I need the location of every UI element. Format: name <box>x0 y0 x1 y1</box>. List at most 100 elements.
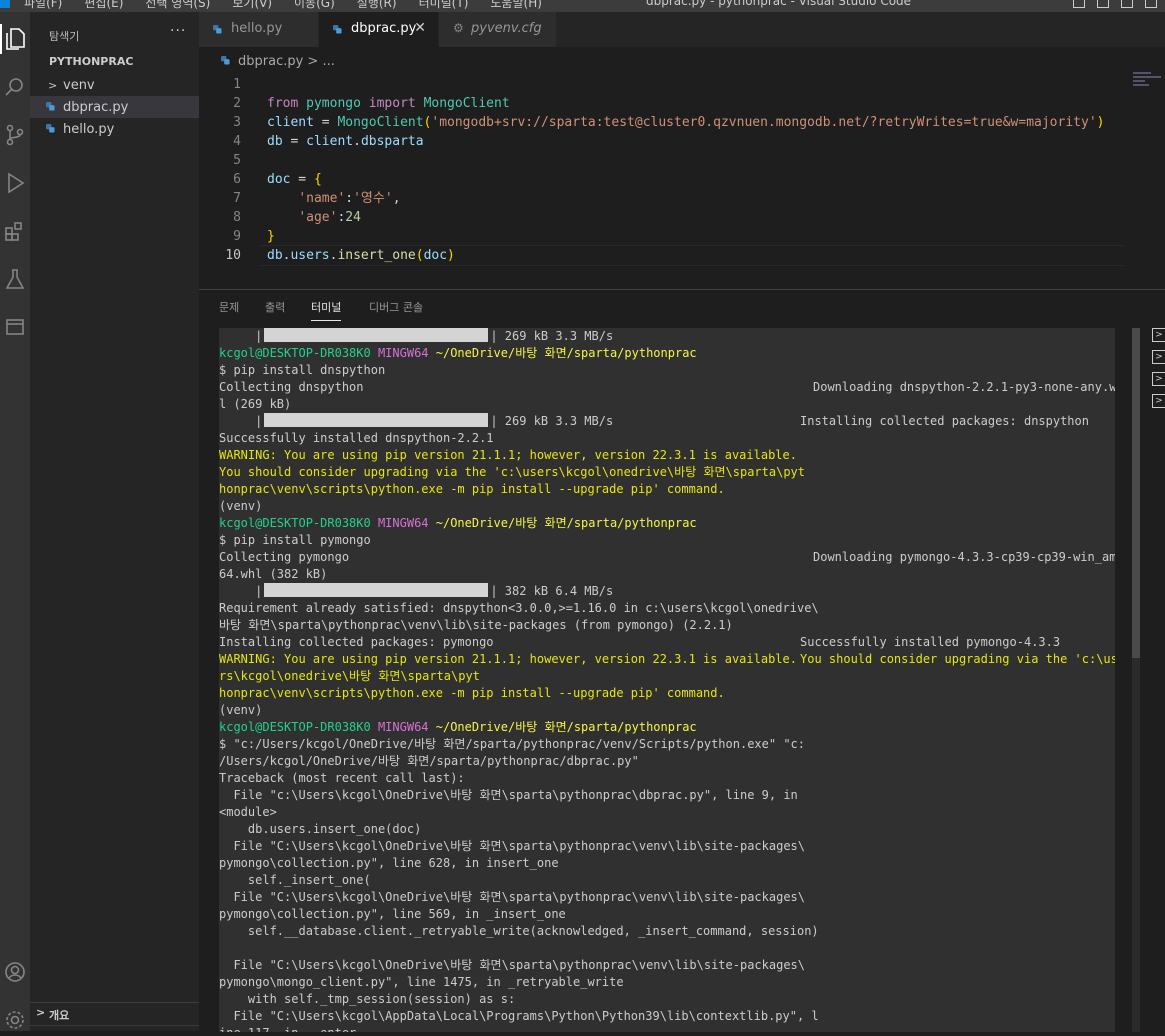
code-text: 'age':24 <box>267 208 361 227</box>
terminal-line: Installing collected packages: pymongo <box>219 634 494 651</box>
python-file-icon <box>221 56 230 65</box>
terminal-line: File "C:\Users\kcgol\OneDrive\바탕 화면\spar… <box>219 889 805 906</box>
testing-icon[interactable] <box>0 264 30 294</box>
terminal-line: pymongo\collection.py", line 628, in ins… <box>219 855 559 872</box>
code-line[interactable]: 8 'age':24 <box>199 208 1129 227</box>
extensions-icon[interactable] <box>0 216 30 246</box>
menu-item[interactable]: 도움말(H) <box>490 0 542 10</box>
tree-item-dbprac[interactable]: dbprac.py <box>30 96 199 118</box>
scrollbar-thumb[interactable] <box>1132 328 1140 658</box>
code-text: db = client.dbsparta <box>267 132 424 151</box>
menu-item[interactable]: 실행(R) <box>357 0 397 10</box>
terminal-text: Downloading dnspython-2.2.1-py3-none-any… <box>813 380 1115 394</box>
line-number: 5 <box>233 153 241 168</box>
chevron-right-icon: > <box>36 1006 46 1019</box>
tree-item-venv[interactable]: > venv <box>30 74 199 96</box>
tab-debug-console[interactable]: 디버그 콘솔 <box>369 299 423 315</box>
code-token: db <box>267 134 283 149</box>
breadcrumb-more[interactable]: > ... <box>303 54 334 69</box>
terminal-text: ~/OneDrive/바탕 화면/sparta/pythonprac <box>435 346 697 360</box>
account-icon[interactable] <box>0 957 30 987</box>
minimap[interactable] <box>1133 72 1163 96</box>
breadcrumb-file[interactable]: dbprac.py <box>238 54 303 69</box>
tab-dbprac[interactable]: dbprac.py ✕ <box>319 12 439 47</box>
terminal-line: | | 382 kB 6.4 MB/s <box>219 583 613 600</box>
terminal-text: ~/OneDrive/바탕 화면/sparta/pythonprac <box>435 720 697 734</box>
progress-bar <box>264 328 489 342</box>
terminal-text: | 382 kB 6.4 MB/s <box>490 584 614 598</box>
window-title: dbprac.py - pythonprac - Visual Studio C… <box>646 0 912 8</box>
terminal-line: Successfully installed dnspython-2.2.1 <box>219 430 494 447</box>
menu-item[interactable]: 터미널(T) <box>419 0 469 10</box>
code-line[interactable]: 1 <box>199 75 1129 94</box>
python-file-icon <box>213 25 222 34</box>
tab-problems[interactable]: 문제 <box>219 299 239 315</box>
terminal-text: (venv) <box>219 499 263 513</box>
terminal-line: WARNING: You are using pip version 21.1.… <box>219 447 797 464</box>
terminal-instance-icon[interactable]: > <box>1152 394 1165 408</box>
tab-label: pyvenv.cfg <box>471 21 542 36</box>
outline-section[interactable]: > 개요 <box>30 1002 199 1025</box>
menu-item[interactable]: 편집(E) <box>84 0 123 10</box>
code-line[interactable]: 6 doc = { <box>199 170 1129 189</box>
code-line[interactable]: 5 <box>199 151 1129 170</box>
terminal[interactable]: | | 269 kB 3.3 MB/s kcgol@DESKTOP-DR038K0 … <box>219 328 1115 1032</box>
code-token: insert_one <box>337 248 416 263</box>
code-token: db <box>267 248 283 263</box>
terminal-text: File "C:\Users\kcgol\OneDrive\바탕 화면\spar… <box>219 839 806 853</box>
terminal-text: kcgol@DESKTOP-DR038K0 <box>219 516 378 530</box>
menu-item[interactable]: 보기(V) <box>232 0 272 10</box>
terminal-text: You should consider upgrading via the 'c… <box>219 465 806 479</box>
code-line[interactable]: 3 client = MongoClient('mongodb+srv://spa… <box>199 113 1129 132</box>
customize-layout-icon[interactable] <box>1145 0 1157 8</box>
workspace-folder-title[interactable]: PYTHONPRAC <box>49 55 133 68</box>
menu-item[interactable]: 선택 영역(S) <box>145 0 210 10</box>
terminal-text: (venv) <box>219 703 263 717</box>
code-token: : <box>345 191 354 206</box>
tab-terminal[interactable]: 터미널 <box>311 299 342 321</box>
terminal-line: WARNING: You are using pip version 21.1.… <box>219 651 797 668</box>
code-line[interactable]: 9} <box>199 227 1129 246</box>
close-icon[interactable]: ✕ <box>414 20 426 36</box>
terminal-instance-icon[interactable]: > <box>1152 328 1165 342</box>
tab-hello[interactable]: hello.py <box>199 12 319 47</box>
line-number: 6 <box>233 172 241 187</box>
code-token: 24 <box>345 210 361 225</box>
layout-controls[interactable] <box>1073 0 1157 8</box>
files-icon[interactable] <box>0 24 30 54</box>
code-editor[interactable]: 1 2 from pymongo import MongoClient 3 client… <box>199 69 1165 289</box>
tree-item-label: venv <box>63 77 95 93</box>
more-actions-icon[interactable]: ··· <box>170 23 186 39</box>
code-line[interactable]: 4 db = client.dbsparta <box>199 132 1129 151</box>
terminal-instance-icon[interactable]: > <box>1152 372 1165 386</box>
code-token: = <box>313 115 338 130</box>
breadcrumb-item[interactable]: dbprac.py > ... <box>238 54 335 69</box>
menu-item[interactable]: 파일(F) <box>24 0 62 10</box>
source-control-icon[interactable] <box>0 120 30 150</box>
terminal-text: Successfully installed pymongo-4.3.3 <box>800 635 1061 649</box>
tab-pyvenv[interactable]: ⚙ pyvenv.cfg <box>439 12 557 47</box>
toggle-secondary-sidebar-icon[interactable] <box>1121 0 1133 8</box>
remote-explorer-icon[interactable] <box>0 312 30 342</box>
code-line[interactable]: 10 db.users.insert_one(doc) <box>199 245 1129 266</box>
terminal-text: honprac\venv\scripts\python.exe -m pip i… <box>219 686 725 700</box>
tree-item-label: hello.py <box>63 121 115 137</box>
terminal-instance-icon[interactable]: > <box>1152 350 1165 364</box>
search-icon[interactable] <box>0 72 30 102</box>
terminal-text: kcgol@DESKTOP-DR038K0 <box>219 720 378 734</box>
title-bar: 파일(F) 편집(E) 선택 영역(S) 보기(V) 이동(G) 실행(R) 터미널(T) 도… <box>0 0 1165 12</box>
toggle-sidebar-icon[interactable] <box>1073 0 1085 8</box>
tab-output[interactable]: 출력 <box>265 299 285 315</box>
code-line[interactable]: 2 from pymongo import MongoClient <box>199 94 1129 113</box>
terminal-text: kcgol@DESKTOP-DR038K0 <box>219 346 378 360</box>
tree-item-hello[interactable]: hello.py <box>30 118 199 140</box>
terminal-scrollbar[interactable] <box>1132 328 1140 1032</box>
run-debug-icon[interactable] <box>0 168 30 198</box>
terminal-text: File "c:\Users\kcgol\OneDrive\바탕 화면\spar… <box>219 788 798 802</box>
menu-item[interactable]: 이동(G) <box>294 0 335 10</box>
code-line[interactable]: 7 'name':'영수', <box>199 189 1129 208</box>
code-token: 'age' <box>298 210 338 225</box>
code-token: 'name' <box>298 191 346 206</box>
toggle-panel-icon[interactable] <box>1097 0 1109 8</box>
